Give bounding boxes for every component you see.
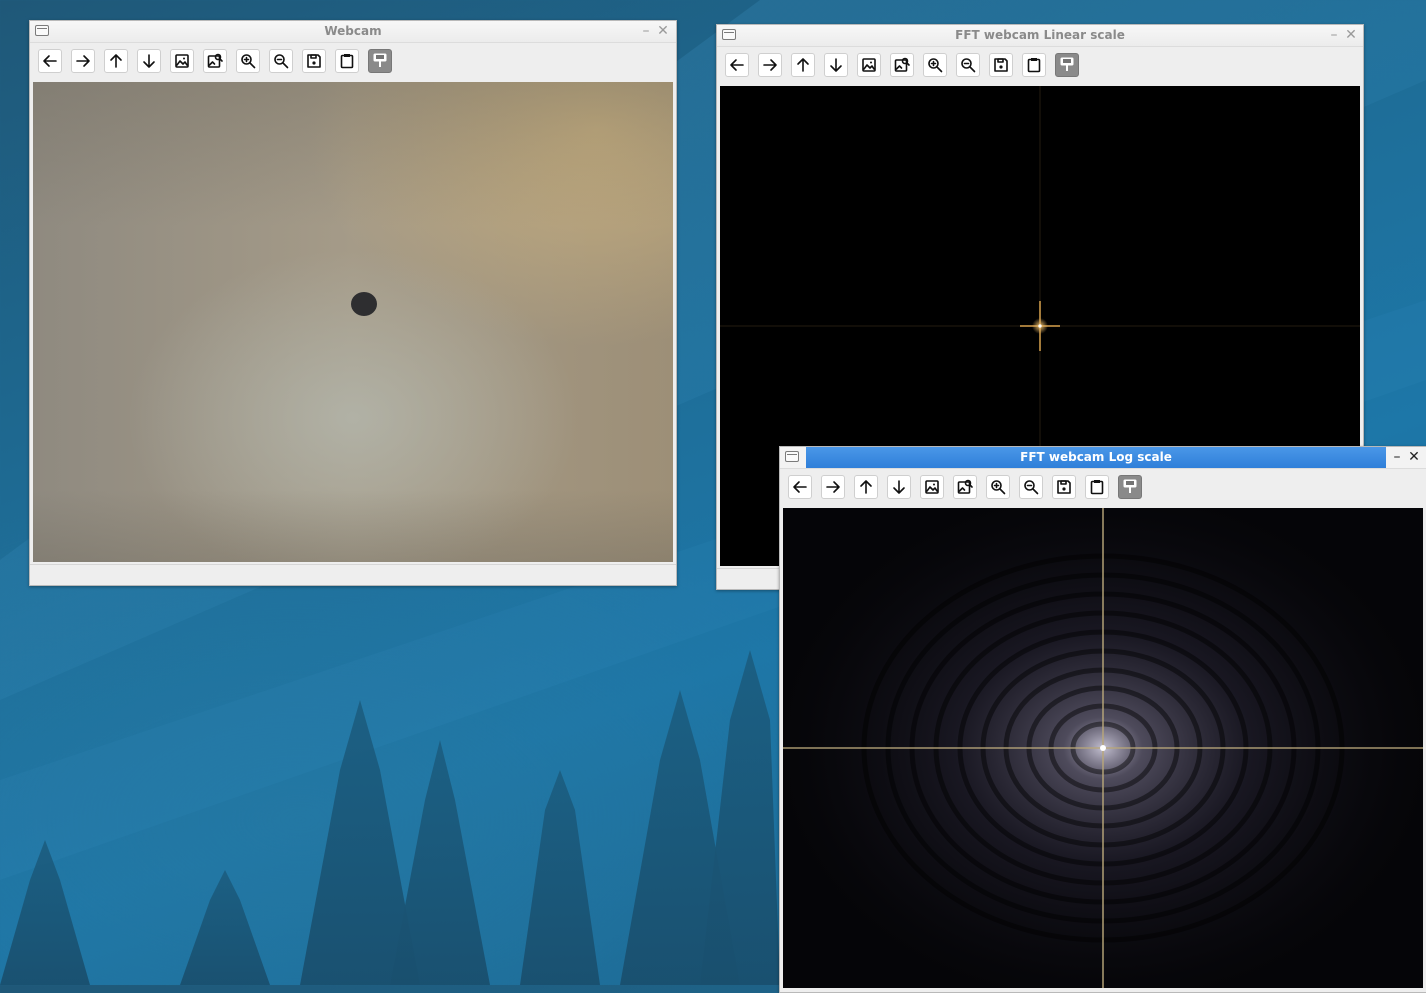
arrow-up-icon <box>797 58 809 72</box>
window-title: Webcam <box>324 24 382 38</box>
fft-log-image[interactable] <box>783 508 1423 988</box>
fft-log-toolbar <box>780 469 1426 502</box>
image-search-button[interactable] <box>953 475 977 499</box>
minimize-button[interactable]: – <box>638 23 654 39</box>
arrow-up-button[interactable] <box>854 475 878 499</box>
properties-icon <box>1060 57 1074 71</box>
arrow-left-button[interactable] <box>725 53 749 77</box>
arrow-right-icon <box>763 59 777 71</box>
image-icon <box>862 58 876 72</box>
clipboard-button[interactable] <box>1085 475 1109 499</box>
arrow-right-button[interactable] <box>71 49 95 73</box>
fft-log-titlebar[interactable]: FFT webcam Log scale – ✕ <box>780 447 1426 469</box>
properties-button[interactable] <box>1055 53 1079 77</box>
save-button[interactable] <box>1052 475 1076 499</box>
zoom-out-icon <box>1024 480 1039 495</box>
save-icon <box>994 58 1008 72</box>
image-search-icon <box>894 57 910 72</box>
image-icon <box>925 480 939 494</box>
zoom-in-button[interactable] <box>236 49 260 73</box>
properties-button[interactable] <box>1118 475 1142 499</box>
image-button[interactable] <box>170 49 194 73</box>
arrow-right-button[interactable] <box>821 475 845 499</box>
close-button[interactable]: ✕ <box>1406 449 1422 465</box>
save-button[interactable] <box>989 53 1013 77</box>
fft-linear-titlebar[interactable]: FFT webcam Linear scale – ✕ <box>717 25 1363 47</box>
image-icon <box>175 54 189 68</box>
image-search-button[interactable] <box>890 53 914 77</box>
arrow-down-icon <box>143 54 155 68</box>
webcam-image[interactable] <box>33 82 673 562</box>
properties-icon <box>373 53 387 67</box>
window-menu-icon[interactable] <box>785 451 799 462</box>
zoom-out-icon <box>961 58 976 73</box>
fft-log-window[interactable]: FFT webcam Log scale – ✕ <box>779 446 1426 993</box>
arrow-right-icon <box>76 55 90 67</box>
zoom-out-button[interactable] <box>269 49 293 73</box>
minimize-button[interactable]: – <box>1389 449 1405 465</box>
zoom-in-icon <box>991 480 1006 495</box>
zoom-out-button[interactable] <box>956 53 980 77</box>
image-search-icon <box>207 53 223 68</box>
arrow-down-button[interactable] <box>887 475 911 499</box>
arrow-right-icon <box>826 481 840 493</box>
arrow-up-icon <box>110 54 122 68</box>
zoom-out-icon <box>274 54 289 69</box>
clipboard-icon <box>340 54 354 69</box>
arrow-up-button[interactable] <box>791 53 815 77</box>
arrow-up-icon <box>860 480 872 494</box>
image-search-icon <box>957 479 973 494</box>
image-button[interactable] <box>920 475 944 499</box>
arrow-down-icon <box>830 58 842 72</box>
zoom-in-button[interactable] <box>923 53 947 77</box>
window-title: FFT webcam Log scale <box>1020 450 1172 464</box>
clipboard-button[interactable] <box>1022 53 1046 77</box>
fft-linear-toolbar <box>717 47 1363 80</box>
zoom-in-icon <box>241 54 256 69</box>
arrow-up-button[interactable] <box>104 49 128 73</box>
close-button[interactable]: ✕ <box>655 23 671 39</box>
properties-icon <box>1123 479 1137 493</box>
arrow-right-button[interactable] <box>758 53 782 77</box>
minimize-button[interactable]: – <box>1326 27 1342 43</box>
zoom-out-button[interactable] <box>1019 475 1043 499</box>
arrow-left-icon <box>43 55 57 67</box>
dark-spot <box>351 292 377 316</box>
webcam-frame-image <box>33 82 673 562</box>
zoom-in-button[interactable] <box>986 475 1010 499</box>
zoom-in-icon <box>928 58 943 73</box>
clipboard-icon <box>1090 480 1104 495</box>
fft-log-spectrum <box>783 508 1423 988</box>
properties-button[interactable] <box>368 49 392 73</box>
webcam-toolbar <box>30 43 676 76</box>
arrow-left-icon <box>793 481 807 493</box>
close-button[interactable]: ✕ <box>1343 27 1359 43</box>
clipboard-icon <box>1027 58 1041 73</box>
arrow-down-button[interactable] <box>137 49 161 73</box>
window-title: FFT webcam Linear scale <box>955 28 1125 42</box>
arrow-left-button[interactable] <box>38 49 62 73</box>
webcam-window[interactable]: Webcam – ✕ <box>29 20 677 586</box>
save-icon <box>307 54 321 68</box>
arrow-left-button[interactable] <box>788 475 812 499</box>
webcam-statusbar <box>30 564 676 585</box>
save-icon <box>1057 480 1071 494</box>
clipboard-button[interactable] <box>335 49 359 73</box>
image-search-button[interactable] <box>203 49 227 73</box>
arrow-down-button[interactable] <box>824 53 848 77</box>
save-button[interactable] <box>302 49 326 73</box>
webcam-titlebar[interactable]: Webcam – ✕ <box>30 21 676 43</box>
arrow-left-icon <box>730 59 744 71</box>
arrow-down-icon <box>893 480 905 494</box>
image-button[interactable] <box>857 53 881 77</box>
